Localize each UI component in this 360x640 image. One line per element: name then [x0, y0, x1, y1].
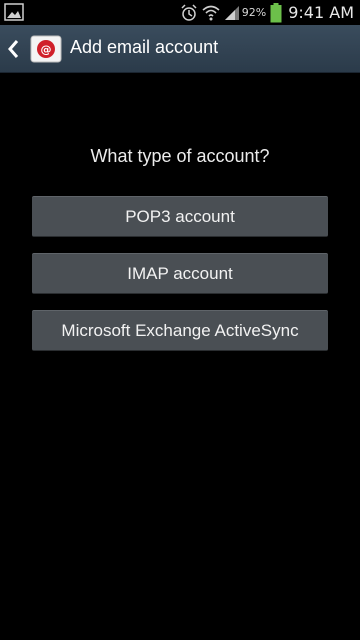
signal-icon: [224, 5, 239, 20]
page-title: Add email account: [70, 37, 219, 57]
gallery-icon: [4, 3, 24, 21]
status-icons: 92% 9:41 AM: [176, 0, 354, 25]
email-icon[interactable]: @: [30, 35, 62, 63]
battery-icon: [270, 2, 282, 22]
status-bar: 92% 9:41 AM: [0, 0, 360, 25]
account-type-prompt: What type of account?: [90, 146, 270, 166]
pop3-account-button[interactable]: POP3 account: [32, 196, 328, 237]
alarm-icon: [181, 3, 197, 21]
clock: 9:41 AM: [288, 3, 354, 22]
wifi-icon: [202, 5, 220, 20]
battery-percent: 92%: [241, 6, 267, 19]
svg-text:@: @: [41, 43, 52, 56]
chevron-left-icon[interactable]: [7, 39, 19, 59]
imap-account-button[interactable]: IMAP account: [32, 253, 328, 294]
action-bar: @ Add email account: [0, 25, 360, 73]
exchange-activesync-button[interactable]: Microsoft Exchange ActiveSync: [32, 310, 328, 351]
